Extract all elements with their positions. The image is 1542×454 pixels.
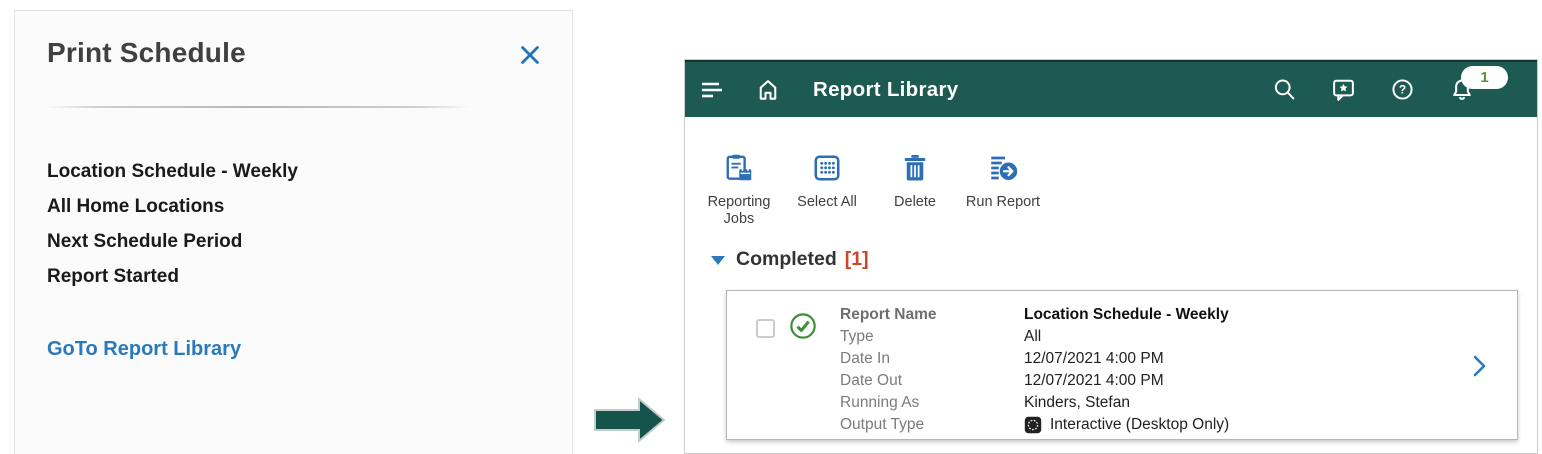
- reporting-jobs-label: Reporting Jobs: [695, 194, 783, 228]
- report-name-line: Location Schedule - Weekly: [47, 154, 298, 189]
- run-report-button[interactable]: Run Report: [959, 153, 1047, 228]
- delete-label: Delete: [894, 194, 936, 211]
- field-value: All: [1024, 326, 1041, 348]
- dialog-title: Print Schedule: [47, 37, 246, 69]
- field-running-as: Running As Kinders, Stefan: [840, 392, 1229, 414]
- field-value: Kinders, Stefan: [1024, 392, 1130, 414]
- section-count-badge: [1]: [845, 248, 869, 271]
- feedback-icon[interactable]: [1331, 77, 1356, 102]
- home-icon[interactable]: [755, 77, 781, 103]
- app-bar-actions: ? 1: [1272, 77, 1537, 103]
- divider: [46, 106, 470, 108]
- field-label: Report Name: [840, 304, 1024, 326]
- field-value: Interactive (Desktop Only): [1050, 414, 1229, 436]
- reporting-jobs-button[interactable]: Reporting Jobs: [695, 153, 783, 228]
- report-fields: Report Name Location Schedule - Weekly T…: [840, 304, 1229, 436]
- page-title: Report Library: [813, 78, 958, 102]
- screenshot-canvas: Print Schedule Location Schedule - Weekl…: [0, 0, 1542, 454]
- field-label: Output Type: [840, 414, 1024, 436]
- notification-badge[interactable]: 1: [1461, 66, 1508, 89]
- flow-arrow-icon: [592, 396, 668, 449]
- select-all-label: Select All: [797, 194, 857, 211]
- report-checkbox[interactable]: [756, 319, 775, 338]
- field-type: Type All: [840, 326, 1229, 348]
- delete-button[interactable]: Delete: [871, 153, 959, 228]
- period-line: Next Schedule Period: [47, 224, 298, 259]
- completed-check-icon: [789, 312, 817, 345]
- locations-line: All Home Locations: [47, 189, 298, 224]
- field-report-name: Report Name Location Schedule - Weekly: [840, 304, 1229, 326]
- print-schedule-dialog: Print Schedule Location Schedule - Weekl…: [14, 10, 573, 454]
- field-date-out: Date Out 12/07/2021 4:00 PM: [840, 370, 1229, 392]
- run-report-label: Run Report: [966, 194, 1040, 211]
- help-icon[interactable]: ?: [1390, 77, 1415, 102]
- report-card[interactable]: Report Name Location Schedule - Weekly T…: [726, 290, 1518, 440]
- reporting-jobs-icon: [724, 153, 754, 186]
- status-line: Report Started: [47, 259, 298, 294]
- dialog-header: Print Schedule: [47, 37, 546, 74]
- app-bar: Report Library: [685, 60, 1537, 117]
- field-label: Running As: [840, 392, 1024, 414]
- field-value: 12/07/2021 4:00 PM: [1024, 348, 1164, 370]
- report-library-window: Report Library: [684, 59, 1538, 454]
- notifications-area: 1: [1449, 77, 1475, 103]
- menu-icon[interactable]: [699, 79, 725, 101]
- select-all-icon: [812, 153, 842, 186]
- section-title: Completed: [736, 248, 837, 271]
- select-all-button[interactable]: Select All: [783, 153, 871, 228]
- run-report-icon: [988, 153, 1018, 186]
- search-icon[interactable]: [1272, 77, 1297, 102]
- field-label: Date In: [840, 348, 1024, 370]
- delete-trash-icon: [900, 153, 930, 186]
- field-date-in: Date In 12/07/2021 4:00 PM: [840, 348, 1229, 370]
- chevron-right-icon[interactable]: [1467, 353, 1491, 382]
- field-label: Date Out: [840, 370, 1024, 392]
- goto-report-library-link[interactable]: GoTo Report Library: [47, 338, 241, 361]
- field-value: Location Schedule - Weekly: [1024, 304, 1229, 326]
- close-icon[interactable]: [514, 39, 546, 74]
- field-label: Type: [840, 326, 1024, 348]
- completed-section-header[interactable]: Completed [1]: [711, 248, 869, 271]
- interactive-output-icon: [1024, 416, 1042, 434]
- toolbar: Reporting Jobs Select All: [695, 153, 1047, 228]
- field-value: 12/07/2021 4:00 PM: [1024, 370, 1164, 392]
- field-output-type: Output Type Interactive (Desktop Only): [840, 414, 1229, 436]
- collapse-triangle-icon[interactable]: [711, 256, 725, 265]
- help-glyph: ?: [1399, 83, 1406, 97]
- report-summary: Location Schedule - Weekly All Home Loca…: [47, 154, 298, 294]
